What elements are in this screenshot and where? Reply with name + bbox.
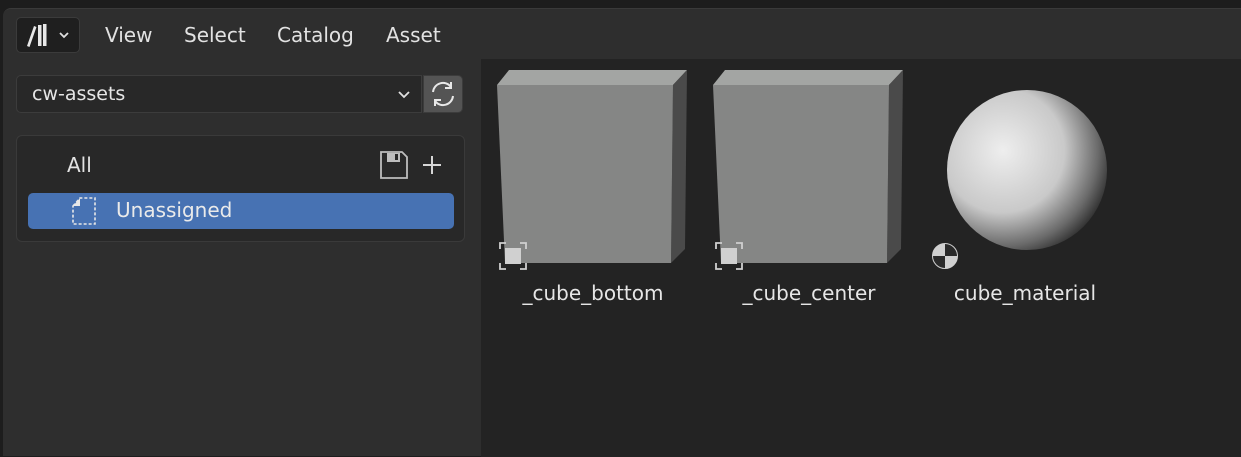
catalog-all[interactable]: All <box>67 153 92 177</box>
asset-browser-window: View Select Catalog Asset cw-assets All <box>3 8 1241 457</box>
chevron-down-icon <box>59 32 69 39</box>
editor-type-button[interactable] <box>16 17 80 53</box>
chevron-down-icon <box>398 91 410 99</box>
catalog-tree: All Unassigned <box>16 135 465 242</box>
refresh-library-button[interactable] <box>423 75 463 113</box>
refresh-icon <box>432 81 454 107</box>
menu-view[interactable]: View <box>105 21 152 49</box>
catalog-item-unassigned[interactable]: Unassigned <box>28 193 454 229</box>
header-bar: View Select Catalog Asset <box>3 9 1241 59</box>
asset-tile[interactable]: _cube_center <box>711 69 907 305</box>
asset-library-value: cw-assets <box>32 83 126 105</box>
material-icon <box>932 243 958 269</box>
menu-asset[interactable]: Asset <box>386 21 441 49</box>
plus-icon[interactable] <box>417 150 447 180</box>
asset-name: cube_material <box>953 281 1097 305</box>
asset-thumbnail <box>497 70 687 263</box>
unassigned-catalog-icon <box>72 197 96 225</box>
asset-thumbnail <box>713 70 903 263</box>
menu-select[interactable]: Select <box>184 21 246 49</box>
asset-name: _cube_bottom <box>522 281 664 305</box>
asset-tile[interactable]: cube_material <box>927 69 1123 305</box>
save-icon[interactable] <box>379 150 409 180</box>
menu-catalog[interactable]: Catalog <box>277 21 354 49</box>
asset-tile[interactable]: _cube_bottom <box>495 69 691 305</box>
asset-library-icon <box>27 24 47 47</box>
catalog-item-label: Unassigned <box>116 198 233 222</box>
asset-library-dropdown[interactable]: cw-assets <box>16 75 422 113</box>
asset-grid: _cube_bottom _cube_center cube_material <box>481 59 1241 457</box>
object-icon <box>499 242 527 270</box>
asset-name: _cube_center <box>742 281 876 305</box>
object-icon <box>715 242 743 270</box>
asset-thumbnail <box>947 90 1107 250</box>
